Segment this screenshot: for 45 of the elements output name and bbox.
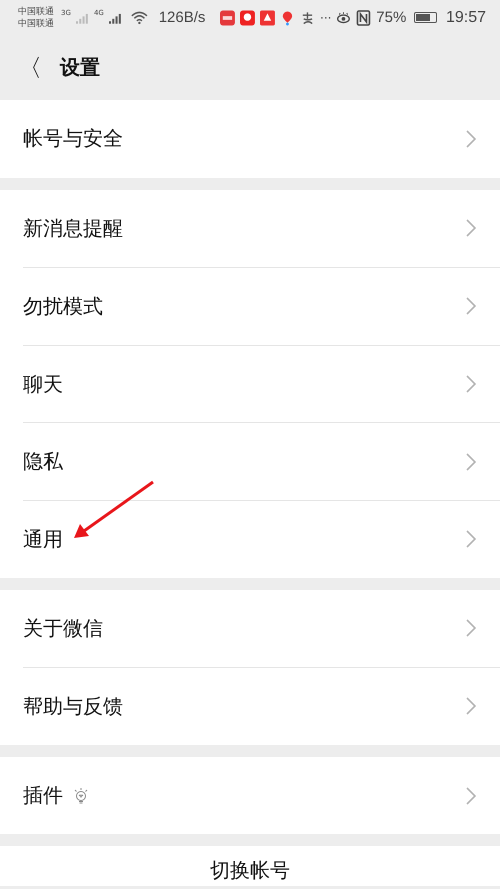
wifi-icon [130, 10, 148, 25]
signal-icon [108, 12, 122, 24]
settings-item[interactable]: 帐号与安全 [23, 100, 500, 178]
item-label: 关于微信 [23, 614, 103, 642]
eye-icon [336, 10, 352, 26]
settings-item[interactable]: 隐私 [23, 422, 500, 500]
item-label: 帮助与反馈 [23, 692, 123, 720]
battery-percent: 75% [376, 9, 406, 26]
settings-item[interactable]: 新消息提醒 [23, 190, 500, 268]
chevron-right-icon [466, 452, 476, 471]
item-label: 隐私 [23, 448, 63, 476]
network-speed: 126B/s [158, 9, 206, 26]
chevron-right-icon [466, 130, 476, 148]
settings-item[interactable]: 勿扰模式 [23, 267, 500, 345]
app-notification-icon [220, 10, 236, 26]
app-notification-icon [300, 10, 315, 26]
more-notifications: ··· [320, 10, 332, 24]
item-label: 帐号与安全 [23, 125, 123, 152]
chevron-right-icon [466, 219, 476, 238]
item-label: 插件 [23, 782, 63, 810]
page-title: 设置 [60, 54, 100, 81]
app-notification-icon [260, 10, 276, 26]
settings-item[interactable]: 插件 [23, 756, 500, 834]
lightbulb-icon [73, 786, 89, 805]
signal-icon [76, 12, 89, 24]
settings-item[interactable]: 关于微信 [23, 590, 500, 668]
item-label: 新消息提醒 [23, 214, 123, 242]
chevron-right-icon [466, 786, 476, 805]
item-label: 聊天 [23, 370, 63, 398]
back-button[interactable]: 〈 [14, 52, 46, 84]
chevron-right-icon [466, 619, 476, 638]
carrier-name: 中国联通 [18, 18, 54, 30]
carrier-name: 中国联通 [18, 6, 54, 18]
chevron-right-icon [466, 297, 476, 316]
chevron-right-icon [466, 697, 476, 716]
app-notification-icon [240, 10, 256, 26]
chevron-right-icon [466, 375, 476, 394]
switch-account-button[interactable]: 切换帐号 [210, 858, 290, 886]
item-label: 勿扰模式 [23, 292, 103, 320]
settings-item[interactable]: 聊天 [23, 344, 500, 422]
nfc-icon [356, 10, 372, 26]
item-label: 通用 [23, 526, 63, 553]
clock: 19:57 [446, 8, 486, 26]
chevron-right-icon [466, 530, 476, 548]
settings-item[interactable]: 帮助与反馈 [23, 667, 500, 745]
